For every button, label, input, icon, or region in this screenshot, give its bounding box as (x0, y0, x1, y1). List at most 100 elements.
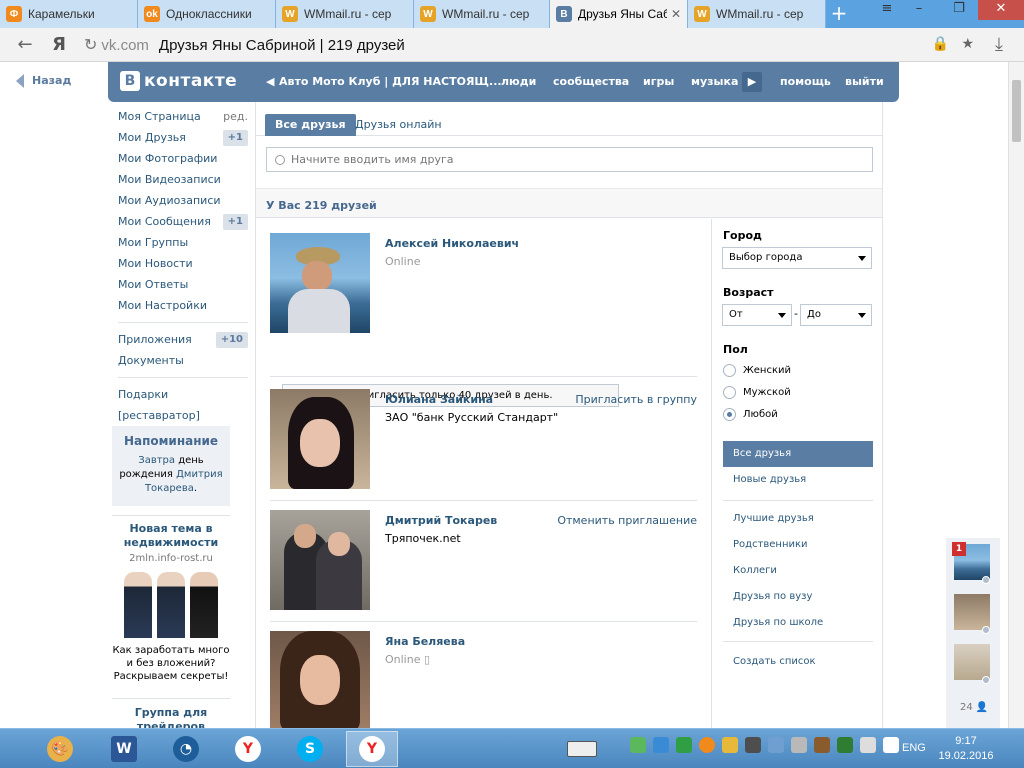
friend-avatar[interactable] (270, 389, 370, 489)
skype-button[interactable]: S (284, 731, 336, 767)
header-link-group[interactable]: Авто Мото Клуб | ДЛЯ НАСТОЯЩ... (279, 75, 502, 88)
odnoklassniki-tray-icon[interactable] (699, 737, 715, 753)
download-icon[interactable]: ⤓ (988, 34, 1010, 56)
flag-icon[interactable] (883, 737, 899, 753)
header-link-help[interactable]: помощь (780, 75, 831, 88)
header-link-games[interactable]: игры (643, 75, 674, 88)
age-from-select[interactable]: От (722, 304, 792, 326)
list-school-friends[interactable]: Друзья по школе (723, 610, 873, 636)
sex-male-radio[interactable]: Мужской (723, 384, 791, 400)
chat-avatar[interactable] (954, 594, 990, 630)
create-list-link[interactable]: Создать список (723, 649, 873, 675)
friend-name[interactable]: Алексей Николаевич (385, 237, 519, 250)
menu-restorer[interactable]: [реставратор] (112, 405, 252, 426)
checkmark-icon[interactable] (630, 737, 646, 753)
list-all-friends[interactable]: Все друзья (723, 441, 873, 467)
invite-to-group-link[interactable]: Пригласить в группу (575, 393, 697, 406)
cancel-invitation-link[interactable]: Отменить приглашение (557, 514, 697, 527)
network-icon[interactable] (745, 737, 761, 753)
header-next-icon[interactable]: ▶ (742, 72, 762, 92)
yandex-browser-button[interactable]: Y (222, 731, 274, 767)
browser-tab-active[interactable]: B Друзья Яны Саб ✕ (550, 0, 688, 28)
browser-tab[interactable]: W WMmail.ru - сер (276, 0, 414, 28)
menu-icon[interactable]: ≡ (872, 0, 902, 20)
ad-title[interactable]: Новая тема в недвижимости (112, 522, 230, 550)
chat-avatar[interactable] (954, 644, 990, 680)
camera-icon[interactable] (653, 737, 669, 753)
ad-block[interactable]: Новая тема в недвижимости 2mln.info-rost… (112, 522, 230, 683)
yandex-browser-active-button[interactable]: Y (346, 731, 398, 767)
menu-gifts[interactable]: Подарки (112, 384, 252, 405)
browser-tab[interactable]: ok Одноклассники (138, 0, 276, 28)
language-indicator[interactable]: ENG (902, 742, 926, 754)
battery-icon[interactable] (837, 737, 853, 753)
browser-tab[interactable]: W WMmail.ru - сер (414, 0, 550, 28)
list-colleagues[interactable]: Коллеги (723, 558, 873, 584)
browser-tab[interactable]: Ф Карамельки (0, 0, 138, 28)
chat-count[interactable]: 24 👤 (960, 702, 988, 713)
folder-icon[interactable] (722, 737, 738, 753)
tab-all-friends[interactable]: Все друзья (265, 114, 356, 136)
friend-name[interactable]: Юлиана Зайкина (385, 393, 493, 406)
header-link-people[interactable]: люди (501, 75, 536, 88)
usb-icon[interactable] (814, 737, 830, 753)
transfer-icon[interactable] (676, 737, 692, 753)
sex-female-radio[interactable]: Женский (723, 362, 791, 378)
menu-my-settings[interactable]: Мои Настройки (112, 295, 252, 316)
tab-online-friends[interactable]: Друзья онлайн (345, 114, 452, 136)
friend-name[interactable]: Дмитрий Токарев (385, 514, 497, 527)
ad-image[interactable] (124, 572, 218, 638)
list-relatives[interactable]: Родственники (723, 532, 873, 558)
list-best-friends[interactable]: Лучшие друзья (723, 506, 873, 532)
header-link-communities[interactable]: сообщества (553, 75, 629, 88)
close-tab-icon[interactable]: ✕ (671, 7, 681, 21)
header-link-logout[interactable]: выйти (845, 75, 884, 88)
word-button[interactable]: W (98, 731, 150, 767)
paint-button[interactable]: 🎨 (34, 731, 86, 767)
friend-avatar[interactable] (270, 631, 370, 728)
star-icon[interactable]: ★ (961, 36, 974, 52)
city-select[interactable]: Выбор города (722, 247, 872, 269)
menu-my-videos[interactable]: Мои Видеозаписи (112, 169, 252, 190)
close-window-icon[interactable]: ✕ (978, 0, 1024, 20)
menu-my-photos[interactable]: Мои Фотографии (112, 148, 252, 169)
url-field[interactable]: ↻ vk.com Друзья Яны Сабриной | 219 друзе… (84, 33, 974, 57)
sex-any-radio[interactable]: Любой (723, 406, 778, 422)
back-arrow-icon[interactable]: ← (14, 34, 36, 56)
age-to-select[interactable]: До (800, 304, 872, 326)
page-scrollbar[interactable] (1008, 62, 1024, 728)
menu-documents[interactable]: Документы (112, 350, 252, 371)
menu-my-news[interactable]: Мои Новости (112, 253, 252, 274)
menu-my-groups[interactable]: Мои Группы (112, 232, 252, 253)
menu-apps[interactable]: Приложения +10 (112, 329, 252, 350)
browser-tab[interactable]: W WMmail.ru - сер (688, 0, 826, 28)
edit-link[interactable]: ред. (223, 106, 248, 127)
yandex-icon[interactable]: Я (48, 34, 70, 56)
menu-my-messages[interactable]: Мои Сообщения +1 (112, 211, 252, 232)
friend-name[interactable]: Яна Беляева (385, 635, 465, 648)
vk-logo[interactable]: В контакте (120, 71, 237, 91)
menu-my-friends[interactable]: Мои Друзья +1 (112, 127, 252, 148)
friend-search-input[interactable]: Начните вводить имя друга (266, 147, 873, 172)
speedtest-button[interactable]: ◔ (160, 731, 212, 767)
back-link[interactable]: Назад (16, 74, 71, 88)
menu-my-answers[interactable]: Мои Ответы (112, 274, 252, 295)
monitor-icon[interactable] (768, 737, 784, 753)
menu-my-page[interactable]: Моя Страница ред. (112, 106, 252, 127)
list-new-friends[interactable]: Новые друзья (723, 467, 873, 493)
database-icon[interactable] (791, 737, 807, 753)
list-university-friends[interactable]: Друзья по вузу (723, 584, 873, 610)
keyboard-button[interactable] (558, 731, 606, 767)
reload-icon[interactable]: ↻ (84, 35, 97, 55)
minimize-icon[interactable]: – (904, 0, 934, 20)
new-tab-button[interactable]: + (828, 2, 850, 26)
friend-avatar[interactable] (270, 510, 370, 610)
reminder-tomorrow-link[interactable]: Завтра (138, 455, 175, 466)
restore-icon[interactable]: ❐ (944, 0, 974, 20)
volume-icon[interactable] (860, 737, 876, 753)
header-link-music[interactable]: музыка (691, 75, 738, 88)
ad-next-title[interactable]: Группа для трейдеров (112, 706, 230, 728)
system-clock[interactable]: 9:17 19.02.2016 (934, 734, 998, 764)
menu-my-audio[interactable]: Мои Аудиозаписи (112, 190, 252, 211)
friend-avatar[interactable] (270, 233, 370, 333)
